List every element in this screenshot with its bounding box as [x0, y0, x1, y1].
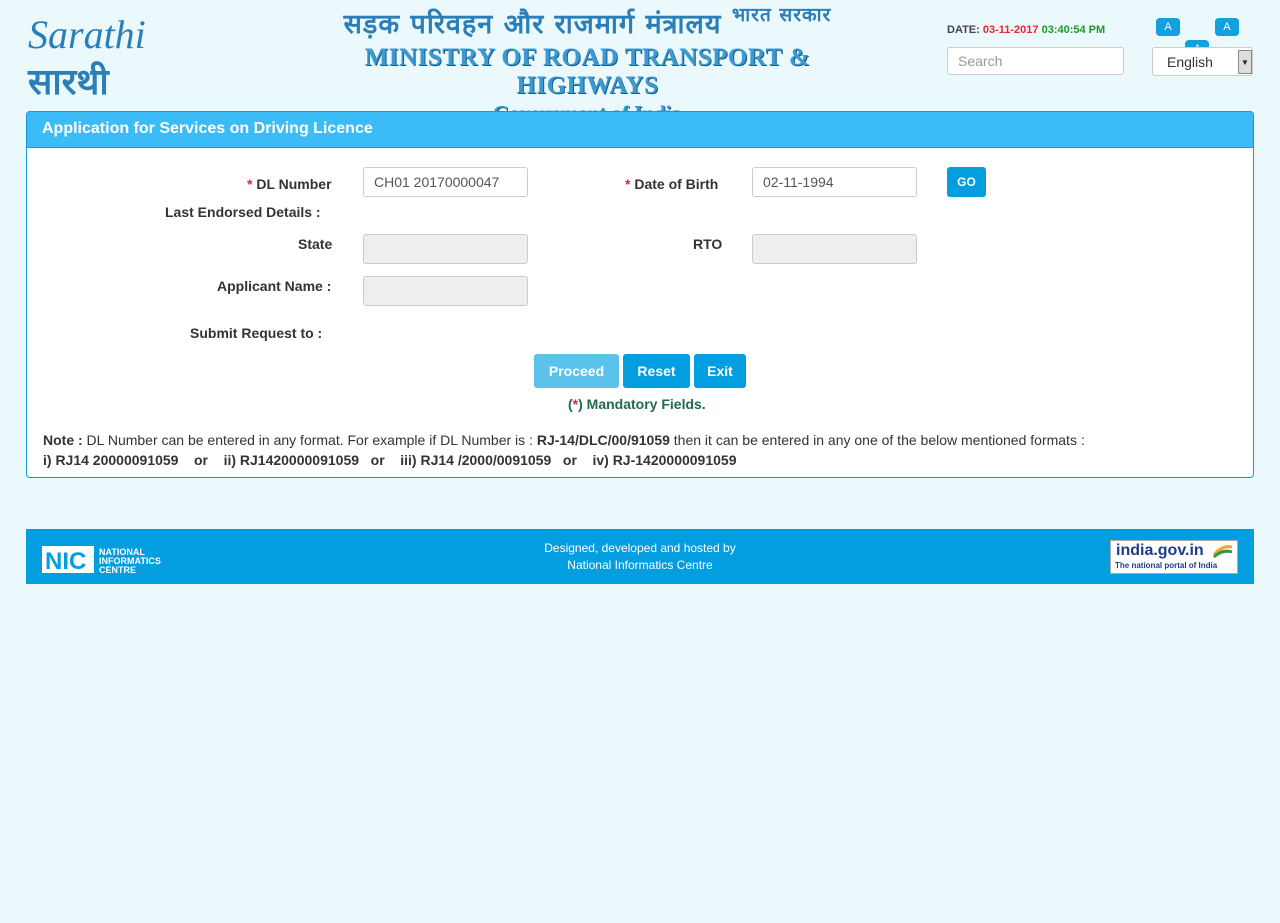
submit-request-label: Submit Request to :	[190, 325, 323, 341]
date-value: 03-11-2017	[982, 24, 1039, 36]
dl-format-note: Note : DL Number can be entered in any f…	[43, 430, 1243, 470]
font-decrease-label: A	[1156, 18, 1180, 36]
dob-input[interactable]	[752, 167, 917, 197]
reset-button[interactable]: Reset	[623, 354, 690, 388]
sarathi-logo[interactable]: Sarathi सारथी	[26, 8, 158, 103]
formats-line: i) RJ14 20000091059 or ii) RJ14200000910…	[43, 452, 737, 468]
ministry-hindi-title: सड़क परिवहन और राजमार्ग मंत्रालय भारत सर…	[300, 4, 875, 44]
last-endorsed-label: Last Endorsed Details :	[165, 204, 321, 220]
note-text-2: then it can be entered in any one of the…	[669, 432, 1085, 448]
india-gov-subtitle: The national portal of India	[1115, 561, 1218, 570]
required-marker: *	[247, 176, 253, 192]
state-label: State	[298, 236, 333, 252]
footer-credit-line-1: Designed, developed and hosted by	[544, 541, 736, 555]
time-value: 03:40:54 PM	[1041, 24, 1106, 36]
dob-label-text: Date of Birth	[634, 176, 719, 192]
dob-label: * Date of Birth	[625, 176, 718, 192]
applicant-name-field[interactable]	[363, 276, 528, 306]
mandatory-text: ) Mandatory Fields.	[578, 396, 706, 412]
font-decrease-button[interactable]: A-	[1156, 18, 1180, 49]
logo-text-english: Sarathi	[28, 12, 146, 57]
footer: NIC NATIONAL INFORMATICS CENTRE Designed…	[26, 529, 1254, 584]
search-input[interactable]	[947, 47, 1124, 75]
india-gov-title: india.gov.in	[1116, 542, 1204, 559]
required-marker: *	[625, 176, 631, 192]
india-flag-icon	[1212, 545, 1233, 559]
language-selected-value: English	[1167, 54, 1213, 70]
exit-button[interactable]: Exit	[694, 354, 746, 388]
go-button[interactable]: GO	[947, 167, 986, 197]
govt-hindi-text: भारत सरकार	[731, 4, 832, 26]
dl-services-panel: Application for Services on Driving Lice…	[26, 111, 1254, 478]
dl-number-label-text: DL Number	[256, 176, 332, 192]
ministry-banner: सड़क परिवहन और राजमार्ग मंत्रालय भारत सर…	[300, 4, 875, 125]
proceed-button[interactable]: Proceed	[534, 354, 619, 388]
note-label: Note :	[43, 432, 83, 448]
dl-number-label: * DL Number	[247, 176, 332, 192]
panel-title: Application for Services on Driving Lice…	[27, 112, 1253, 148]
ministry-hindi-text: सड़क परिवहन और राजमार्ग मंत्रालय	[343, 9, 722, 40]
ministry-english-title: MINISTRY OF ROAD TRANSPORT & HIGHWAYS	[364, 44, 811, 99]
date-time-display: DATE: 03-11-2017 03:40:54 PM	[947, 24, 1105, 36]
state-field[interactable]	[363, 234, 528, 264]
language-select[interactable]: English ▼	[1152, 47, 1253, 76]
applicant-name-label: Applicant Name :	[217, 278, 332, 294]
note-line: Note : DL Number can be entered in any f…	[43, 430, 1243, 450]
footer-credit: Designed, developed and hosted by Nation…	[26, 540, 1254, 574]
date-label: DATE:	[947, 24, 980, 36]
note-text: DL Number can be entered in any format. …	[82, 432, 537, 448]
mandatory-fields-note: (*) Mandatory Fields.	[568, 396, 706, 412]
rto-label: RTO	[693, 236, 723, 252]
rto-field[interactable]	[752, 234, 917, 264]
logo-text-hindi: सारथी	[27, 61, 110, 100]
font-increase-label: A	[1214, 18, 1239, 36]
dl-number-input[interactable]	[363, 167, 528, 197]
india-gov-portal-link[interactable]: india.gov.in The national portal of Indi…	[1110, 540, 1238, 574]
note-example: RJ-14/DLC/00/91059	[536, 432, 670, 448]
chevron-down-icon[interactable]: ▼	[1238, 50, 1252, 74]
font-increase-button[interactable]: A+	[1214, 18, 1239, 49]
footer-credit-line-2: National Informatics Centre	[567, 558, 713, 572]
